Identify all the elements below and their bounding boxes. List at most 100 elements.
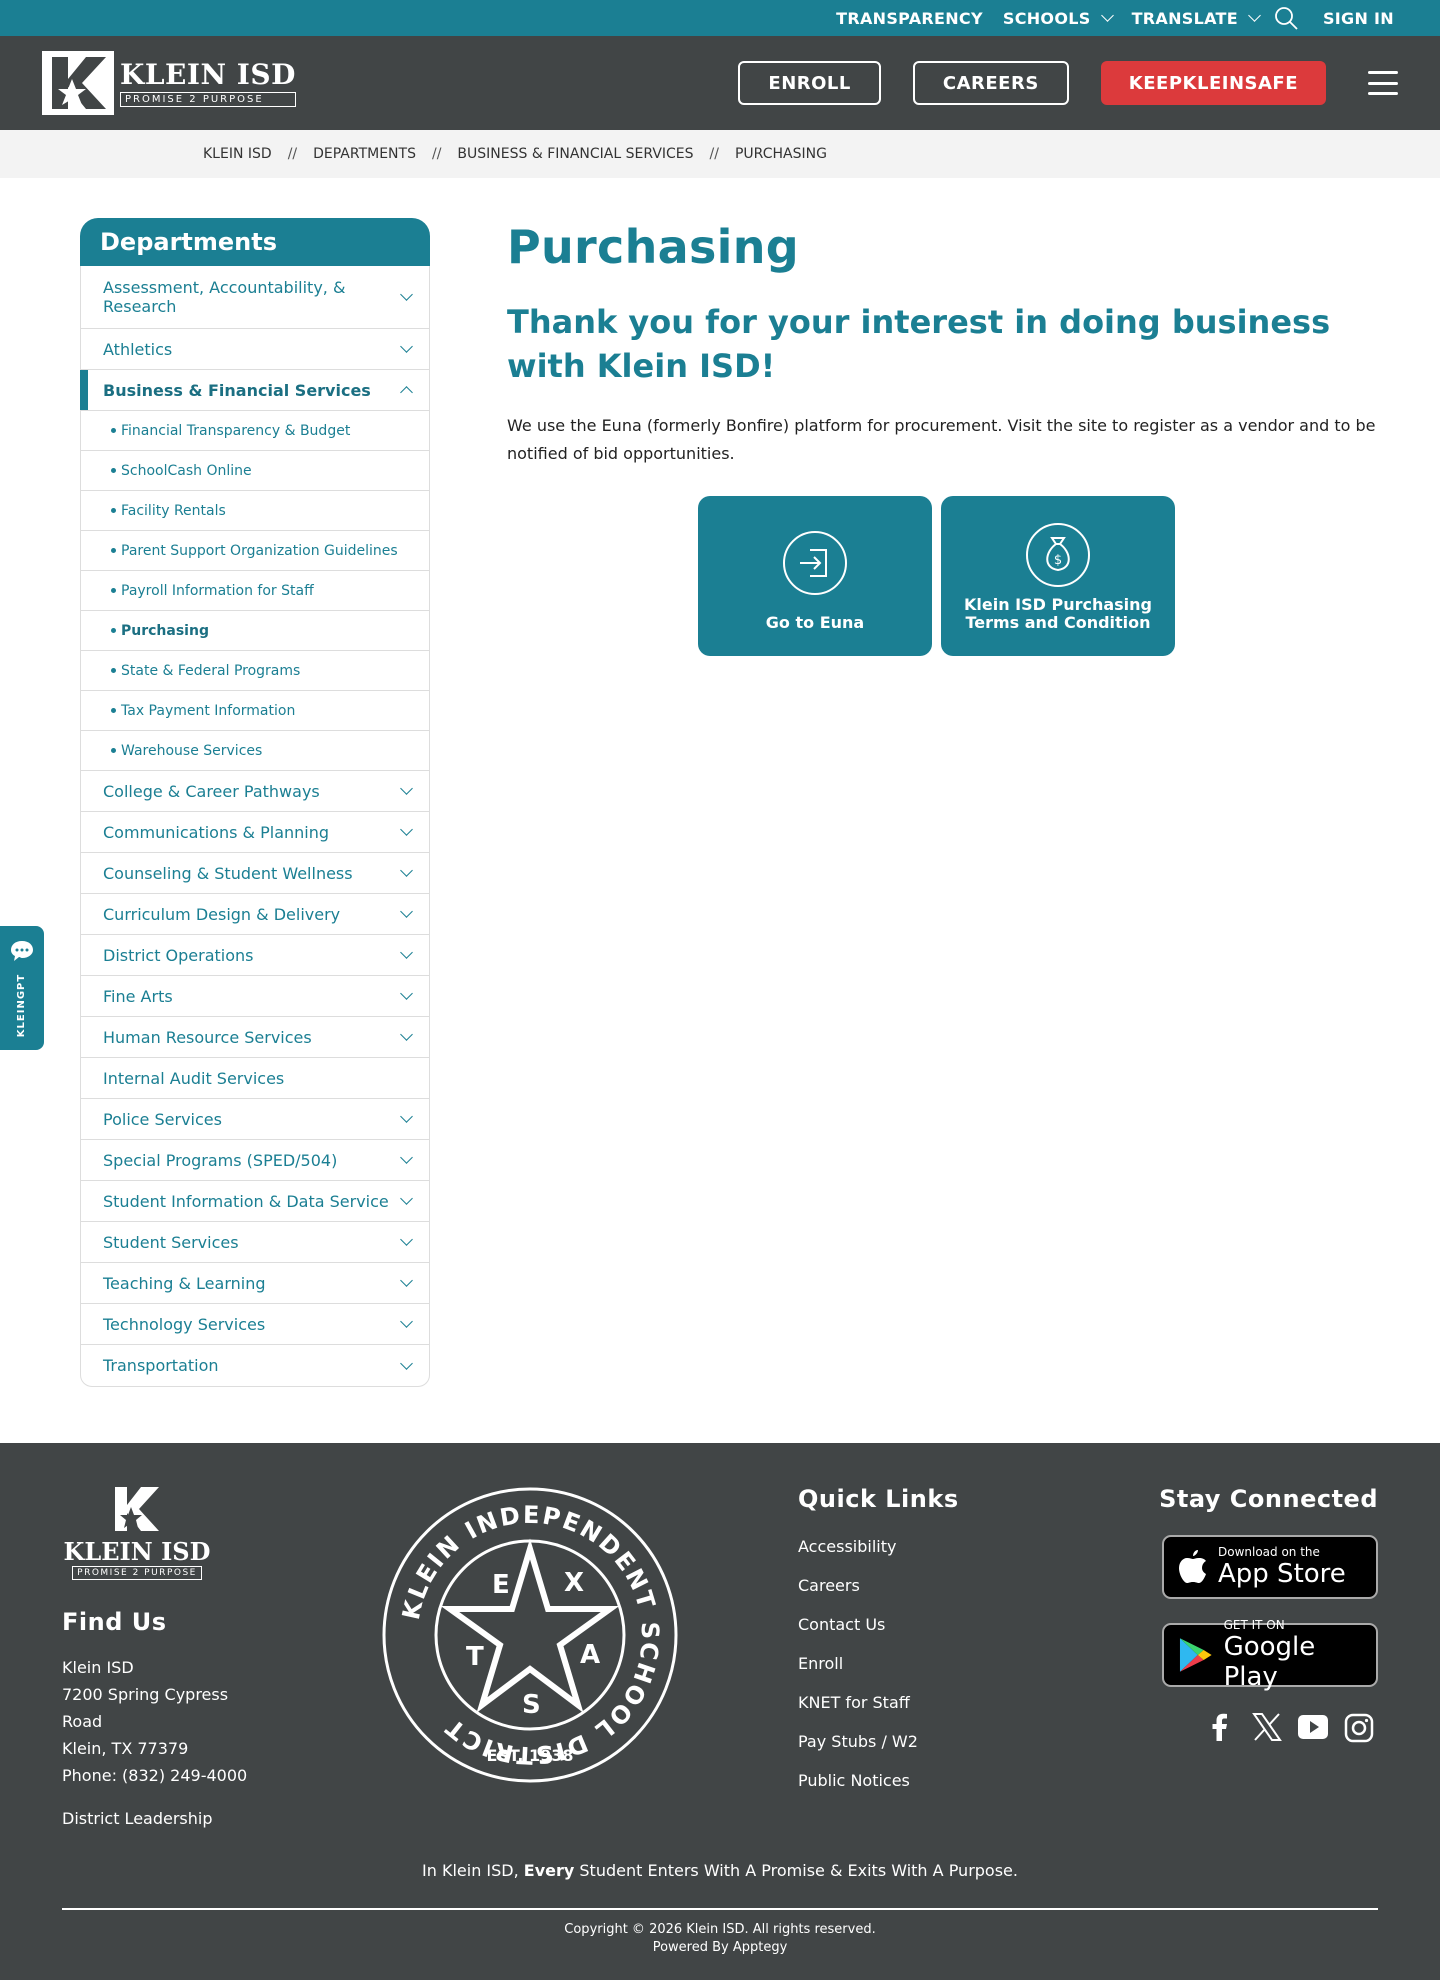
- bullet-icon: [111, 548, 116, 553]
- footer-divider: [62, 1908, 1378, 1910]
- sidebar-item[interactable]: Transportation: [81, 1345, 429, 1386]
- sidebar-list: Assessment, Accountability, & Research A…: [80, 266, 430, 1387]
- breadcrumb-departments[interactable]: DEPARTMENTS: [313, 146, 416, 162]
- chevron-down-icon: [400, 1151, 413, 1164]
- social-links: [1206, 1713, 1374, 1743]
- x-twitter-icon[interactable]: [1252, 1713, 1282, 1741]
- bullet-icon: [111, 748, 116, 753]
- logo-name: KLEIN ISD: [120, 57, 296, 91]
- powered-by-link[interactable]: Powered By Apptegy: [0, 1939, 1440, 1957]
- sidebar-item-athletics[interactable]: Athletics: [81, 329, 429, 370]
- quick-link[interactable]: Enroll: [798, 1644, 959, 1683]
- sidebar-item[interactable]: Internal Audit Services: [81, 1058, 429, 1099]
- careers-button[interactable]: CAREERS: [912, 61, 1069, 105]
- bullet-icon: [111, 668, 116, 673]
- footer-logo[interactable]: KLEIN ISD PROMISE 2 PURPOSE: [62, 1485, 212, 1580]
- kleingpt-tab[interactable]: KLEINGPT: [0, 926, 44, 1050]
- sidebar-item[interactable]: Teaching & Learning: [81, 1263, 429, 1304]
- district-leadership-link[interactable]: District Leadership: [62, 1809, 272, 1828]
- facebook-icon[interactable]: [1206, 1713, 1234, 1741]
- chevron-up-icon: [400, 386, 413, 399]
- sidebar-item-assessment[interactable]: Assessment, Accountability, & Research: [81, 266, 429, 329]
- main-content: Departments Assessment, Accountability, …: [0, 178, 1440, 1443]
- breadcrumb-business[interactable]: BUSINESS & FINANCIAL SERVICES: [457, 146, 693, 162]
- money-bag-icon: $: [1026, 523, 1090, 587]
- chevron-down-icon: [1100, 9, 1114, 22]
- chevron-down-icon: [400, 1356, 413, 1370]
- apple-icon: [1179, 1550, 1206, 1583]
- translate-dropdown[interactable]: TRANSLATE: [1132, 9, 1261, 28]
- quick-link[interactable]: Contact Us: [798, 1605, 959, 1644]
- page-content: Purchasing Thank you for your interest i…: [507, 218, 1387, 1387]
- departments-sidebar: Departments Assessment, Accountability, …: [80, 218, 430, 1387]
- sidebar-item[interactable]: Student Services: [81, 1222, 429, 1263]
- klein-isd-logo[interactable]: KLEIN ISD PROMISE 2 PURPOSE: [42, 51, 296, 115]
- find-us-heading: Find Us: [62, 1608, 167, 1636]
- sidebar-subitem[interactable]: Facility Rentals: [81, 491, 429, 531]
- district-seal: KLEIN INDEPENDENT SCHOOL DISTRICT T E X …: [382, 1487, 678, 1828]
- site-footer: KLEIN ISD PROMISE 2 PURPOSE Find Us Klei…: [0, 1443, 1440, 1980]
- sidebar-subitem[interactable]: State & Federal Programs: [81, 651, 429, 691]
- sidebar-item[interactable]: District Operations: [81, 935, 429, 976]
- sidebar-more-list: College & Career Pathways Communications …: [81, 771, 429, 1386]
- sidebar-item[interactable]: Special Programs (SPED/504): [81, 1140, 429, 1181]
- sidebar-item[interactable]: Student Information & Data Service: [81, 1181, 429, 1222]
- sidebar-subitem[interactable]: Financial Transparency & Budget: [81, 411, 429, 451]
- sidebar-subitem[interactable]: Warehouse Services: [81, 731, 429, 771]
- go-to-euna-tile[interactable]: Go to Euna: [698, 496, 932, 656]
- sidebar-item[interactable]: Police Services: [81, 1099, 429, 1140]
- quick-link[interactable]: Accessibility: [798, 1527, 959, 1566]
- sidebar-item[interactable]: Communications & Planning: [81, 812, 429, 853]
- sidebar-subitem[interactable]: SchoolCash Online: [81, 451, 429, 491]
- quick-link[interactable]: Careers: [798, 1566, 959, 1605]
- sidebar-subitem[interactable]: Parent Support Organization Guidelines: [81, 531, 429, 571]
- app-store-button[interactable]: Download on the App Store: [1162, 1535, 1378, 1599]
- quick-link[interactable]: KNET for Staff: [798, 1683, 959, 1722]
- sign-in-link[interactable]: SIGN IN: [1323, 9, 1394, 28]
- chevron-down-icon: [400, 782, 413, 795]
- sidebar-subitem[interactable]: Tax Payment Information: [81, 691, 429, 731]
- sidebar-item[interactable]: Curriculum Design & Delivery: [81, 894, 429, 935]
- chevron-down-icon: [400, 987, 413, 1000]
- logo-tagline: PROMISE 2 PURPOSE: [120, 91, 296, 107]
- svg-text:S: S: [522, 1690, 541, 1720]
- sidebar-item[interactable]: College & Career Pathways: [81, 771, 429, 812]
- google-play-button[interactable]: GET IT ON Google Play: [1162, 1618, 1378, 1692]
- phone-link[interactable]: (832) 249-4000: [122, 1766, 247, 1785]
- stay-connected-heading: Stay Connected: [1159, 1485, 1378, 1513]
- chevron-down-icon: [400, 1274, 413, 1287]
- svg-text:E: E: [492, 1570, 510, 1600]
- sidebar-subitem[interactable]: Payroll Information for Staff: [81, 571, 429, 611]
- instagram-icon[interactable]: [1344, 1713, 1374, 1743]
- chevron-down-icon: [400, 1110, 413, 1123]
- sidebar-item[interactable]: Fine Arts: [81, 976, 429, 1017]
- klein-k-logo-icon: [42, 51, 114, 115]
- utility-bar: TRANSPARENCY SCHOOLS TRANSLATE SIGN IN: [0, 0, 1440, 36]
- site-header: KLEIN ISD PROMISE 2 PURPOSE ENROLL CAREE…: [0, 36, 1440, 130]
- sidebar-title: Departments: [80, 218, 430, 266]
- youtube-icon[interactable]: [1298, 1713, 1328, 1741]
- stay-connected: Stay Connected Download on the App Store: [1159, 1485, 1378, 1828]
- purchasing-terms-tile[interactable]: $ Klein ISD Purchasing Terms and Conditi…: [941, 496, 1175, 656]
- search-icon[interactable]: [1273, 5, 1299, 31]
- quick-link[interactable]: Public Notices: [798, 1761, 959, 1800]
- enroll-button[interactable]: ENROLL: [738, 61, 881, 105]
- quick-link[interactable]: Pay Stubs / W2: [798, 1722, 959, 1761]
- transparency-link[interactable]: TRANSPARENCY: [836, 9, 983, 28]
- sidebar-item-business-financial[interactable]: Business & Financial Services: [80, 370, 429, 411]
- sidebar-item[interactable]: Human Resource Services: [81, 1017, 429, 1058]
- google-play-icon: [1179, 1638, 1212, 1672]
- copyright: Copyright © 2026 Klein ISD. All rights r…: [0, 1921, 1440, 1957]
- quick-links-heading: Quick Links: [798, 1485, 959, 1513]
- address: Klein ISD 7200 Spring Cypress Road Klein…: [62, 1658, 248, 1785]
- keepkleinsafe-button[interactable]: KEEPKLEINSAFE: [1100, 61, 1326, 105]
- sidebar-item[interactable]: Technology Services: [81, 1304, 429, 1345]
- sidebar-subitem[interactable]: Purchasing: [81, 611, 429, 651]
- schools-dropdown[interactable]: SCHOOLS: [1003, 9, 1114, 28]
- breadcrumb-klein-isd[interactable]: KLEIN ISD: [203, 146, 272, 162]
- bullet-icon: [111, 588, 116, 593]
- klein-k-logo-icon: [115, 1487, 159, 1531]
- sidebar-sub-list: Financial Transparency & Budget SchoolCas…: [81, 411, 429, 771]
- sidebar-item[interactable]: Counseling & Student Wellness: [81, 853, 429, 894]
- menu-icon[interactable]: [1368, 71, 1398, 95]
